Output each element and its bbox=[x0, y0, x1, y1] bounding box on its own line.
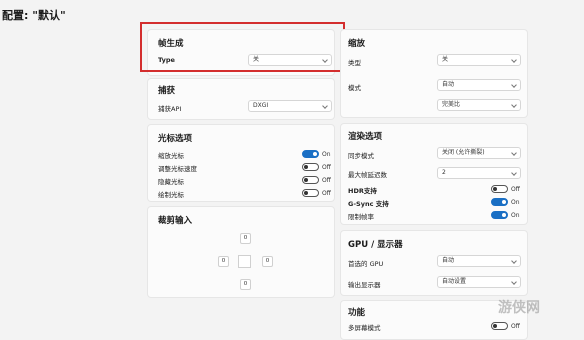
capture-title: 捕获 bbox=[158, 86, 176, 96]
render-gsync-state: On bbox=[511, 199, 520, 206]
render-frames-label: 最大帧延迟数 bbox=[348, 171, 387, 179]
scale-type-value: 关 bbox=[442, 56, 449, 63]
scale-title: 缩放 bbox=[348, 39, 366, 49]
chevron-down-icon bbox=[511, 82, 517, 88]
toggle-knob bbox=[493, 324, 497, 328]
render-gsync-toggle[interactable] bbox=[491, 198, 508, 206]
chevron-down-icon bbox=[511, 170, 517, 176]
crop-bottom-input[interactable]: 0 bbox=[240, 279, 251, 290]
features-item-toggle[interactable] bbox=[491, 322, 508, 330]
render-fps-label: 限制帧率 bbox=[348, 213, 374, 221]
render-sync-label: 同步模式 bbox=[348, 152, 374, 160]
capture-api-value: DXGI bbox=[253, 102, 269, 109]
cursor-title: 光标选项 bbox=[158, 134, 193, 144]
render-title: 渲染选项 bbox=[348, 132, 383, 142]
toggle-knob bbox=[304, 178, 308, 182]
render-frames-value: 2 bbox=[442, 169, 446, 176]
render-sync-value: 关闭 (允许撕裂) bbox=[442, 149, 485, 156]
cursor-speed-state: Off bbox=[322, 164, 331, 171]
toggle-knob bbox=[502, 213, 506, 217]
scale-type-select[interactable]: 关 bbox=[437, 54, 521, 66]
display-select-label: 输出显示器 bbox=[348, 281, 381, 289]
toggle-knob bbox=[313, 152, 317, 156]
render-hdr-toggle[interactable] bbox=[491, 185, 508, 193]
gpu-select[interactable]: 自动 bbox=[437, 255, 521, 267]
cursor-scale-toggle[interactable] bbox=[302, 150, 319, 158]
cursor-scale-state: On bbox=[322, 151, 331, 158]
gpu-value: 自动 bbox=[442, 257, 455, 264]
watermark: 游侠网 bbox=[498, 300, 540, 316]
crop-right-input[interactable]: 0 bbox=[262, 256, 273, 267]
toggle-knob bbox=[304, 191, 308, 195]
features-item-label: 多屏幕模式 bbox=[348, 324, 381, 332]
chevron-down-icon bbox=[511, 258, 517, 264]
toggle-knob bbox=[304, 165, 308, 169]
cursor-speed-label: 调整光标速度 bbox=[158, 165, 197, 173]
capture-card bbox=[147, 78, 335, 120]
features-item-state: Off bbox=[511, 323, 520, 330]
cursor-draw-state: Off bbox=[322, 190, 331, 197]
render-hdr-label: HDR支持 bbox=[348, 187, 377, 195]
cursor-hide-state: Off bbox=[322, 177, 331, 184]
render-sync-select[interactable]: 关闭 (允许撕裂) bbox=[437, 147, 521, 159]
cursor-scale-label: 缩放光标 bbox=[158, 152, 184, 160]
chevron-down-icon bbox=[511, 279, 517, 285]
crop-left-input[interactable]: 0 bbox=[218, 256, 229, 267]
cursor-speed-toggle[interactable] bbox=[302, 163, 319, 171]
crop-top-input[interactable]: 0 bbox=[240, 233, 251, 244]
gpu-title: GPU / 显示器 bbox=[348, 240, 403, 250]
render-fps-state: On bbox=[511, 212, 520, 219]
chevron-down-icon bbox=[511, 57, 517, 63]
crop-preview bbox=[238, 255, 251, 268]
cursor-hide-label: 隐藏光标 bbox=[158, 178, 184, 186]
capture-api-select[interactable]: DXGI bbox=[248, 100, 332, 112]
scale-type-label: 类型 bbox=[348, 59, 361, 67]
crop-title: 裁剪输入 bbox=[158, 216, 193, 226]
render-gsync-label: G-Sync 支持 bbox=[348, 200, 389, 208]
gpu-select-label: 首选的 GPU bbox=[348, 260, 384, 268]
display-value: 自动设置 bbox=[442, 278, 467, 285]
scale-mode-label: 模式 bbox=[348, 84, 361, 92]
render-frames-select[interactable]: 2 bbox=[437, 167, 521, 179]
chevron-down-icon bbox=[322, 103, 328, 109]
chevron-down-icon bbox=[511, 150, 517, 156]
toggle-knob bbox=[493, 187, 497, 191]
scale-mode-value: 自动 bbox=[442, 81, 455, 88]
capture-api-label: 捕获API bbox=[158, 105, 182, 113]
cursor-draw-toggle[interactable] bbox=[302, 189, 319, 197]
scale-mode-select-2[interactable]: 完美比 bbox=[437, 99, 521, 111]
scale-mode-value-2: 完美比 bbox=[442, 101, 461, 108]
toggle-knob bbox=[502, 200, 506, 204]
features-title: 功能 bbox=[348, 308, 366, 318]
scale-mode-select[interactable]: 自动 bbox=[437, 79, 521, 91]
render-fps-toggle[interactable] bbox=[491, 211, 508, 219]
page-title: 配置: "默认" bbox=[2, 9, 66, 22]
render-hdr-state: Off bbox=[511, 186, 520, 193]
chevron-down-icon bbox=[511, 102, 517, 108]
red-highlight-box bbox=[140, 22, 345, 72]
cursor-draw-label: 绘制光标 bbox=[158, 191, 184, 199]
cursor-hide-toggle[interactable] bbox=[302, 176, 319, 184]
display-select[interactable]: 自动设置 bbox=[437, 276, 521, 288]
